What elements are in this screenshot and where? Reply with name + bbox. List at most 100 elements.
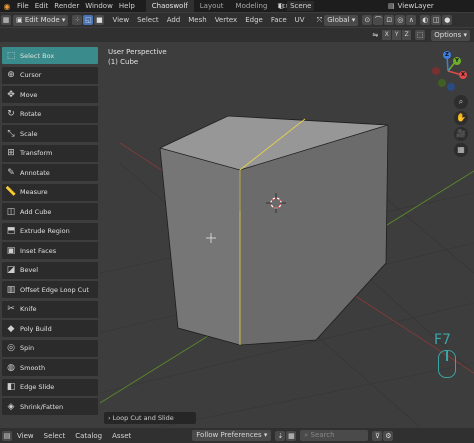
falloff-icon[interactable]: ∧ xyxy=(406,15,417,25)
tool-inset-faces[interactable]: ▣ Inset Faces xyxy=(2,242,98,259)
edge-select-icon[interactable]: ◱ xyxy=(83,15,94,25)
gizmo-z-axis[interactable]: Z xyxy=(443,51,451,59)
tab-modeling[interactable]: Modeling xyxy=(230,0,274,12)
tool-measure[interactable]: 📏 Measure xyxy=(2,183,98,201)
select-box-icon: ⬚ xyxy=(6,50,16,61)
menu-add[interactable]: Add xyxy=(163,16,185,24)
menu-mesh[interactable]: Mesh xyxy=(184,16,210,24)
tool-label: Measure xyxy=(20,188,48,196)
xray-icon[interactable]: ◫ xyxy=(431,15,442,25)
camera-view-icon[interactable]: 🎥 xyxy=(454,127,468,141)
tool-select-box[interactable]: ⬚ Select Box xyxy=(2,47,98,64)
annotate-icon: ✎ xyxy=(7,167,15,178)
search-input[interactable]: ⌕ Search xyxy=(300,430,369,441)
follow-preferences-label: Follow Preferences xyxy=(196,431,262,439)
bevel-icon: ◪ xyxy=(6,265,16,275)
menu-face[interactable]: Face xyxy=(267,16,291,24)
mode-dropdown[interactable]: ▣ Edit Mode ▾ xyxy=(13,14,69,26)
filter-icon[interactable]: ⊽ xyxy=(372,430,383,441)
asset-browser-editor-icon[interactable]: ▤ xyxy=(2,430,12,441)
follow-preferences-dropdown[interactable]: Follow Preferences ▾ xyxy=(192,430,272,441)
zoom-icon[interactable]: ⌕ xyxy=(454,95,468,109)
3d-viewport[interactable]: User Perspective (1) Cube ⬚ Select Box ⊕ Cu… xyxy=(0,43,474,427)
orientation-icon: ⤧ xyxy=(316,15,323,24)
mirror-z-toggle[interactable]: Z xyxy=(402,30,412,40)
navigation-gizmo[interactable]: Z Y X xyxy=(428,49,468,93)
view-layer-name[interactable]: ViewLayer xyxy=(398,2,434,10)
pivot-icon[interactable]: ⊙ xyxy=(362,15,373,25)
tool-bevel[interactable]: ◪ Bevel xyxy=(2,261,98,279)
menu-render[interactable]: Render xyxy=(51,2,82,10)
menu-file[interactable]: File xyxy=(14,2,32,10)
gizmo-neg-x-axis[interactable] xyxy=(432,67,440,75)
tool-label: Offset Edge Loop Cut xyxy=(20,285,89,294)
menu-window[interactable]: Window xyxy=(82,2,116,10)
tool-smooth[interactable]: ◍ Smooth xyxy=(2,359,98,376)
tool-edge-slide[interactable]: ◧ Edge Slide xyxy=(2,378,98,396)
settings-icon[interactable]: ⚙ xyxy=(383,430,394,441)
poly-build-icon: ◆ xyxy=(7,323,15,334)
gizmo-neg-z-axis[interactable] xyxy=(447,83,455,91)
gizmo-y-axis[interactable]: Y xyxy=(453,57,461,65)
tool-knife[interactable]: ✂ Knife xyxy=(2,300,98,318)
tool-annotate[interactable]: ✎ Annotate xyxy=(2,164,98,181)
tab-chaoswolf[interactable]: Chaoswolf xyxy=(145,0,194,12)
orientation-label: Global xyxy=(327,15,350,24)
add-cube-icon: ◫ xyxy=(6,206,16,217)
menu-edit[interactable]: Edit xyxy=(32,2,52,10)
face-select-icon[interactable]: ■ xyxy=(94,15,105,25)
tool-transform[interactable]: ⊞ Transform xyxy=(2,144,98,162)
snapping-target-icon[interactable]: ⊡ xyxy=(384,15,395,25)
last-operation-panel[interactable]: › Loop Cut and Slide xyxy=(104,412,196,424)
bottom-menu-asset[interactable]: Asset xyxy=(107,432,136,440)
tool-extrude-region[interactable]: ⬒ Extrude Region xyxy=(2,222,98,240)
orientation-dropdown[interactable]: Global ▾ xyxy=(324,14,359,26)
snap-icon[interactable]: ⌒ xyxy=(373,15,384,25)
import-icon[interactable]: ⇣ xyxy=(275,430,286,441)
bottom-menu-view[interactable]: View xyxy=(12,432,39,440)
overlay-toggle-icon[interactable]: ◐ xyxy=(420,15,431,25)
view-layer-selector[interactable]: ▤ ViewLayer xyxy=(388,0,434,12)
tool-add-cube[interactable]: ◫ Add Cube xyxy=(2,203,98,220)
tab-layout[interactable]: Layout xyxy=(194,0,230,12)
tool-scale[interactable]: ⤡ Scale xyxy=(2,125,98,142)
gizmo-x-axis[interactable]: X xyxy=(459,71,467,79)
tool-move[interactable]: ✥ Move xyxy=(2,86,98,103)
vertex-select-icon[interactable]: ⁘ xyxy=(72,15,83,25)
options-dropdown[interactable]: Options ▾ xyxy=(431,29,470,41)
menu-vertex[interactable]: Vertex xyxy=(211,16,242,24)
auto-merge-icon[interactable]: ⬚ xyxy=(415,30,426,40)
measure-icon: 📏 xyxy=(5,187,17,197)
list-view-icon[interactable]: ▦ xyxy=(286,430,297,441)
mirror-x-toggle[interactable]: X xyxy=(382,30,392,40)
tool-settings-header: ⇋ X Y Z ⬚ Options ▾ xyxy=(0,28,474,42)
proportional-edit-icon[interactable]: ◎ xyxy=(395,15,406,25)
tool-shrink-fatten[interactable]: ◈ Shrink/Fatten xyxy=(2,398,98,415)
menu-select[interactable]: Select xyxy=(133,16,163,24)
scene-name[interactable]: Scene xyxy=(287,1,315,11)
scene-selector[interactable]: ◐ Scene xyxy=(278,0,315,12)
pan-icon[interactable]: ✋ xyxy=(454,111,468,125)
smooth-icon: ◍ xyxy=(7,362,15,373)
menu-uv[interactable]: UV xyxy=(291,16,309,24)
tool-label: Rotate xyxy=(20,110,42,118)
gizmo-neg-y-axis[interactable] xyxy=(438,79,446,87)
editor-type-icon[interactable]: ▦ xyxy=(1,15,11,25)
tool-offset-edge-loop-cut[interactable]: ▥ Offset Edge Loop Cut xyxy=(2,281,98,298)
blender-logo-icon[interactable]: ◉ xyxy=(0,2,14,11)
menu-view[interactable]: View xyxy=(108,16,133,24)
tool-rotate[interactable]: ↻ Rotate xyxy=(2,105,98,123)
tool-cursor[interactable]: ⊕ Cursor xyxy=(2,66,98,84)
shading-solid-icon[interactable]: ● xyxy=(442,15,453,25)
tool-label: Smooth xyxy=(20,363,46,372)
tool-label: Scale xyxy=(20,129,38,138)
bottom-menu-select[interactable]: Select xyxy=(39,432,71,440)
tool-poly-build[interactable]: ◆ Poly Build xyxy=(2,320,98,337)
tool-spin[interactable]: ◎ Spin xyxy=(2,339,98,357)
menu-edge[interactable]: Edge xyxy=(241,16,267,24)
perspective-toggle-icon[interactable]: ▦ xyxy=(454,143,468,157)
bottom-menu-catalog[interactable]: Catalog xyxy=(70,432,107,440)
menu-help[interactable]: Help xyxy=(116,2,138,10)
perspective-label: User Perspective xyxy=(108,48,167,56)
mirror-y-toggle[interactable]: Y xyxy=(392,30,402,40)
